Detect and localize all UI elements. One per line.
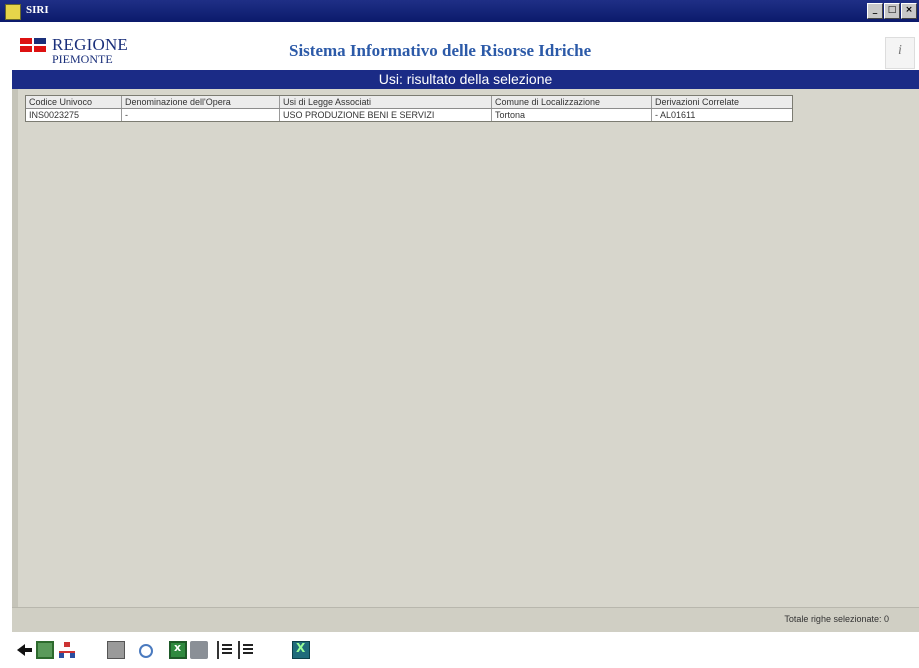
search-icon[interactable] <box>139 644 153 658</box>
close-button[interactable]: × <box>901 3 917 19</box>
section-title: Usi: risultato della selezione <box>12 70 919 89</box>
logo-flag-icon <box>20 38 32 44</box>
app-title: Sistema Informativo delle Risorse Idrich… <box>289 41 592 60</box>
table-header: Codice Univoco Denominazione dell'Opera … <box>26 96 792 109</box>
maximize-button[interactable]: □ <box>884 3 900 19</box>
table-cell[interactable]: Tortona <box>492 109 652 121</box>
minimize-button[interactable]: _ <box>867 3 883 19</box>
table-cell[interactable]: - <box>122 109 280 121</box>
table-cell[interactable]: - AL01611 <box>652 109 792 121</box>
status-bar: Totale righe selezionate: 0 <box>12 607 919 632</box>
back-arrow-icon[interactable] <box>17 641 35 659</box>
results-table: Codice Univoco Denominazione dell'Opera … <box>25 95 793 122</box>
excel-icon[interactable] <box>169 641 187 659</box>
export-xls-icon[interactable] <box>292 641 310 659</box>
regione-piemonte-logo: REGIONE PIEMONTE <box>20 35 130 68</box>
table-cell[interactable]: USO PRODUZIONE BENI E SERVIZI <box>280 109 492 121</box>
logo-text-piemonte: PIEMONTE <box>52 52 113 66</box>
window-title: SIRI <box>26 4 49 16</box>
document-icon[interactable] <box>107 641 125 659</box>
table-row[interactable]: INS0023275 - USO PRODUZIONE BENI E SERVI… <box>26 109 792 121</box>
column-header[interactable]: Usi di Legge Associati <box>280 96 492 108</box>
app-icon <box>5 4 21 20</box>
table-cell[interactable]: INS0023275 <box>26 109 122 121</box>
info-icon[interactable]: i <box>885 37 915 69</box>
results-panel: Codice Univoco Denominazione dell'Opera … <box>12 89 919 607</box>
exit-door-icon[interactable] <box>36 641 54 659</box>
sort-ascending-icon[interactable] <box>217 641 235 659</box>
tree-hierarchy-icon[interactable] <box>58 641 76 659</box>
column-header[interactable]: Comune di Localizzazione <box>492 96 652 108</box>
column-header[interactable]: Derivazioni Correlate <box>652 96 792 108</box>
sort-descending-icon[interactable] <box>238 641 256 659</box>
bottom-toolbar <box>12 632 919 668</box>
window-controls: _ □ × <box>867 3 917 19</box>
column-header[interactable]: Denominazione dell'Opera <box>122 96 280 108</box>
row-count-text: Totale righe selezionate: 0 <box>784 614 889 624</box>
print-icon[interactable] <box>190 641 208 659</box>
window-titlebar: SIRI _ □ × <box>0 0 919 22</box>
column-header[interactable]: Codice Univoco <box>26 96 122 108</box>
